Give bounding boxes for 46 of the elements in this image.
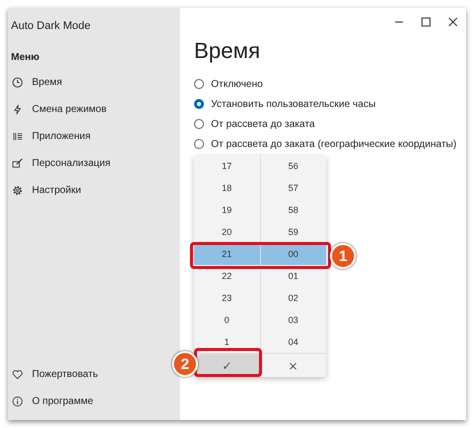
option-label: От рассвета до заката: [211, 118, 315, 130]
option-label: Отключено: [211, 78, 263, 90]
hour-option[interactable]: 22: [194, 265, 260, 287]
minute-option[interactable]: 59: [260, 221, 326, 243]
menu-heading: Меню: [11, 52, 40, 63]
nav-item[interactable]: Время: [11, 69, 66, 96]
clock-icon: [12, 77, 23, 88]
option-label: Установить пользовательские часы: [211, 98, 376, 110]
cancel-button[interactable]: ×: [260, 354, 326, 377]
nav-item[interactable]: О программе: [11, 388, 98, 415]
hour-option[interactable]: 0: [194, 309, 260, 331]
nav-item[interactable]: Смена режимов: [11, 96, 111, 123]
radio-button[interactable]: [194, 119, 204, 129]
nav-item[interactable]: Настройки: [11, 177, 86, 204]
close-icon: [448, 17, 458, 27]
hour-option[interactable]: 1: [194, 331, 260, 353]
minute-option[interactable]: 02: [260, 287, 326, 309]
step-badge: 1: [330, 243, 356, 269]
option-label: От рассвета до заката (географические координаты): [211, 138, 456, 150]
minute-option[interactable]: 03: [260, 309, 326, 331]
minute-option[interactable]: 04: [260, 331, 326, 353]
heart-icon: [12, 369, 23, 380]
hour-option[interactable]: 20: [194, 221, 260, 243]
minute-option[interactable]: 56: [260, 155, 326, 177]
window-title: Auto Dark Mode: [11, 19, 92, 34]
info-icon: [12, 396, 23, 407]
lightning-icon: [12, 104, 23, 115]
minute-option[interactable]: 01: [260, 265, 326, 287]
minute-option[interactable]: 57: [260, 177, 326, 199]
page-title: Время: [194, 38, 262, 64]
radio-button[interactable]: [194, 139, 204, 149]
nav-item[interactable]: Приложения: [11, 123, 95, 150]
brush-icon: [12, 158, 23, 169]
hour-option[interactable]: 21: [194, 243, 260, 265]
list-icon: [12, 131, 23, 142]
hour-option[interactable]: 19: [194, 199, 260, 221]
radio-button[interactable]: [194, 99, 204, 109]
hour-option[interactable]: 17: [194, 155, 260, 177]
nav-item[interactable]: Персонализация: [11, 150, 114, 177]
settings-icon: [12, 185, 23, 196]
hour-option[interactable]: 18: [194, 177, 260, 199]
minute-option[interactable]: 58: [260, 199, 326, 221]
hour-option[interactable]: 23: [194, 287, 260, 309]
nav-item[interactable]: Пожертвовать: [11, 361, 102, 388]
radio-button[interactable]: [194, 79, 204, 89]
maximize-icon: [420, 17, 430, 27]
